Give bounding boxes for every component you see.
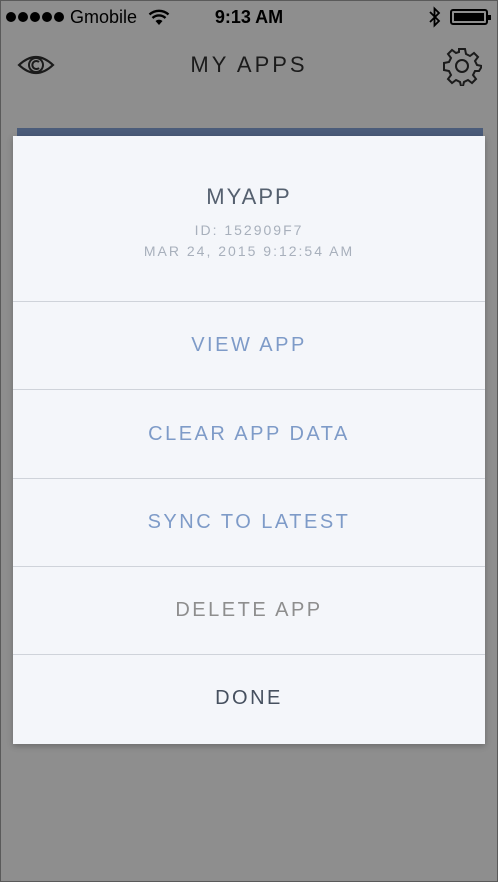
- gear-icon[interactable]: [442, 46, 482, 86]
- view-app-button[interactable]: VIEW APP: [13, 301, 485, 390]
- app-date: MAR 24, 2015 9:12:54 AM: [143, 243, 355, 259]
- done-button[interactable]: DONE: [13, 654, 485, 742]
- status-bar: Gmobile 9:13 AM: [0, 0, 498, 36]
- app-list-row: [17, 128, 483, 136]
- page-title: MY APPS: [190, 52, 308, 77]
- sheet-header: MYAPP ID: 152909F7 MAR 24, 2015 9:12:54 …: [13, 136, 485, 302]
- status-time: 9:13 AM: [214, 7, 284, 27]
- sync-to-latest-button[interactable]: SYNC TO LATEST: [13, 478, 485, 567]
- delete-app-button[interactable]: DELETE APP: [13, 566, 485, 655]
- action-sheet: MYAPP ID: 152909F7 MAR 24, 2015 9:12:54 …: [13, 136, 485, 744]
- app-name: MYAPP: [206, 184, 292, 209]
- battery-icon: [450, 9, 491, 25]
- app-id: ID: 152909F7: [194, 222, 304, 238]
- bluetooth-icon: [429, 6, 441, 28]
- clear-app-data-button[interactable]: CLEAR APP DATA: [13, 390, 485, 479]
